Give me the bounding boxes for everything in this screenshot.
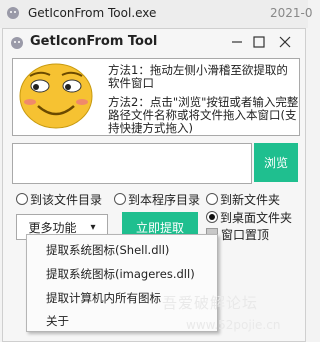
method2-text: 方法2：点击"浏览"按钮或者输入完整路径文件名称或将文件拖入本窗口(支持快捷方式… xyxy=(108,95,299,135)
menu-item-extract-all-icons[interactable]: 提取计算机内所有图标 xyxy=(46,290,161,306)
radio-circle xyxy=(16,193,28,205)
file-path-input[interactable] xyxy=(12,143,252,184)
more-functions-label: 更多功能 xyxy=(28,220,77,235)
drag-emoji-icon[interactable] xyxy=(16,62,96,130)
radio-circle xyxy=(206,193,218,205)
desktop-date: 2021-0 xyxy=(270,6,313,20)
radio-to-desktop-folder[interactable]: 到桌面文件夹 xyxy=(206,209,292,225)
radio-label: 到本程序目录 xyxy=(128,192,201,207)
maximize-icon xyxy=(253,36,265,48)
radio-circle-selected xyxy=(206,211,218,223)
maximize-button[interactable] xyxy=(250,33,268,51)
desktop-strip: GetIconFrom Tool.exe 2021-0 xyxy=(0,0,313,28)
radio-to-program-dir[interactable]: 到本程序目录 xyxy=(114,191,200,207)
watermark-title: 吾爱破解论坛 xyxy=(162,294,259,312)
radio-circle xyxy=(114,193,126,205)
minimize-icon xyxy=(232,41,242,43)
menu-item-about[interactable]: 关于 xyxy=(46,313,69,329)
browse-button[interactable]: 浏览 xyxy=(254,143,298,182)
window-title: GetIconFrom Tool xyxy=(30,34,158,49)
radio-to-file-dir[interactable]: 到该文件目录 xyxy=(16,191,102,207)
checkbox-label: 窗口置顶 xyxy=(221,227,270,242)
close-icon xyxy=(279,36,291,48)
radio-to-new-folder[interactable]: 到新文件夹 xyxy=(206,191,280,207)
radio-label: 到新文件夹 xyxy=(220,192,281,207)
window-icon xyxy=(11,37,23,49)
radio-label: 到桌面文件夹 xyxy=(220,210,293,225)
radio-label: 到该文件目录 xyxy=(30,192,103,207)
method1-text: 方法1：拖动左侧小滑稽至欲提取的软件窗口 xyxy=(108,63,288,90)
watermark-url: www.52pojie.cn xyxy=(186,318,281,332)
close-button[interactable] xyxy=(276,33,294,51)
menu-item-extract-shell-dll[interactable]: 提取系统图标(Shell.dll) xyxy=(46,242,169,258)
app-icon xyxy=(7,7,19,19)
chevron-down-icon: ▾ xyxy=(90,221,96,233)
minimize-button[interactable] xyxy=(228,33,246,51)
menu-item-extract-imageres-dll[interactable]: 提取系统图标(imageres.dll) xyxy=(46,266,195,282)
desktop-file-name: GetIconFrom Tool.exe xyxy=(28,6,157,20)
